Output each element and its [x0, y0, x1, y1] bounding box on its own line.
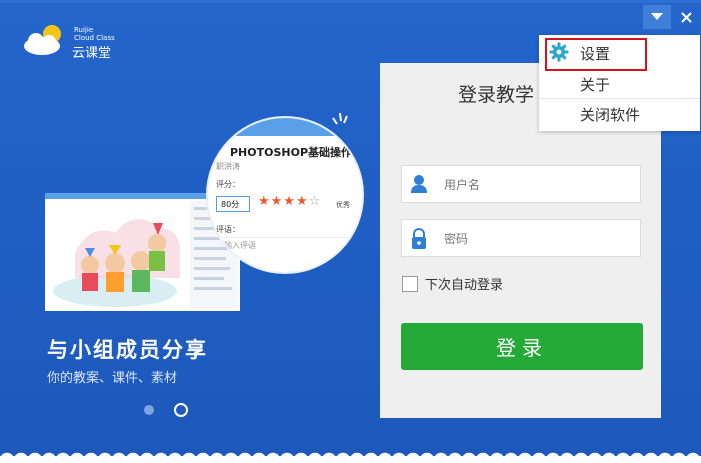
sparkle-icon	[332, 112, 348, 125]
brand-name-cn: 云课堂	[72, 46, 112, 61]
chevron-down-icon	[651, 13, 663, 20]
password-input[interactable]	[442, 229, 636, 249]
title-bar[interactable]	[0, 0, 701, 3]
carousel-dot-1[interactable]	[144, 405, 154, 415]
highlight-box	[545, 38, 647, 71]
app-window: Ruijie Cloud Class 云课堂 PHOTOSHOP基础操作 职洪涛…	[0, 0, 701, 463]
brand-name-en-1: Ruijie	[74, 26, 94, 34]
close-button[interactable]	[672, 5, 700, 29]
lock-icon	[412, 228, 426, 249]
star-icons-filled: ★★★★	[258, 194, 309, 209]
cloud-sun-icon	[24, 25, 61, 55]
comment-label: 评语：	[216, 225, 240, 234]
login-title: 登录教学	[458, 84, 535, 106]
slide-subtitle: 你的教案、课件、素材	[47, 371, 178, 386]
menu-item-exit-label: 关闭软件	[580, 106, 641, 124]
user-icon	[411, 175, 427, 193]
slide-title: 与小组成员分享	[47, 338, 208, 362]
rating-text: 优秀	[336, 201, 350, 209]
star-rating: ★★★★☆	[258, 194, 321, 209]
carousel-dot-2-active[interactable]	[174, 403, 188, 417]
zoom-callout: PHOTOSHOP基础操作 职洪涛 评分： 80分 ★★★★☆ 优秀 评语： 请…	[206, 116, 364, 274]
login-button[interactable]: 登录	[401, 323, 643, 370]
menu-item-about[interactable]: 关于	[539, 68, 700, 98]
teacher-name: 职洪涛	[216, 162, 240, 171]
auto-login-checkbox[interactable]	[402, 275, 418, 292]
menu-dropdown-button[interactable]	[643, 5, 671, 29]
logo: Ruijie Cloud Class 云课堂	[22, 22, 152, 62]
auto-login-option[interactable]: 下次自动登录	[402, 274, 503, 293]
score-value: 80分	[216, 196, 250, 212]
password-field[interactable]	[401, 219, 641, 257]
menu-item-exit[interactable]: 关闭软件	[539, 98, 700, 128]
username-input[interactable]	[442, 175, 636, 195]
menu-item-about-label: 关于	[580, 76, 611, 94]
star-icon-empty: ☆	[308, 194, 322, 209]
close-icon	[680, 11, 692, 23]
auto-login-label: 下次自动登录	[425, 278, 504, 293]
course-title: PHOTOSHOP基础操作	[230, 146, 353, 159]
scalloped-edge	[0, 448, 701, 463]
brand-name-en-2: Cloud Class	[74, 34, 115, 42]
comment-placeholder: 请输入评语	[216, 237, 356, 251]
score-label: 评分：	[216, 180, 240, 189]
username-field[interactable]	[401, 165, 641, 203]
